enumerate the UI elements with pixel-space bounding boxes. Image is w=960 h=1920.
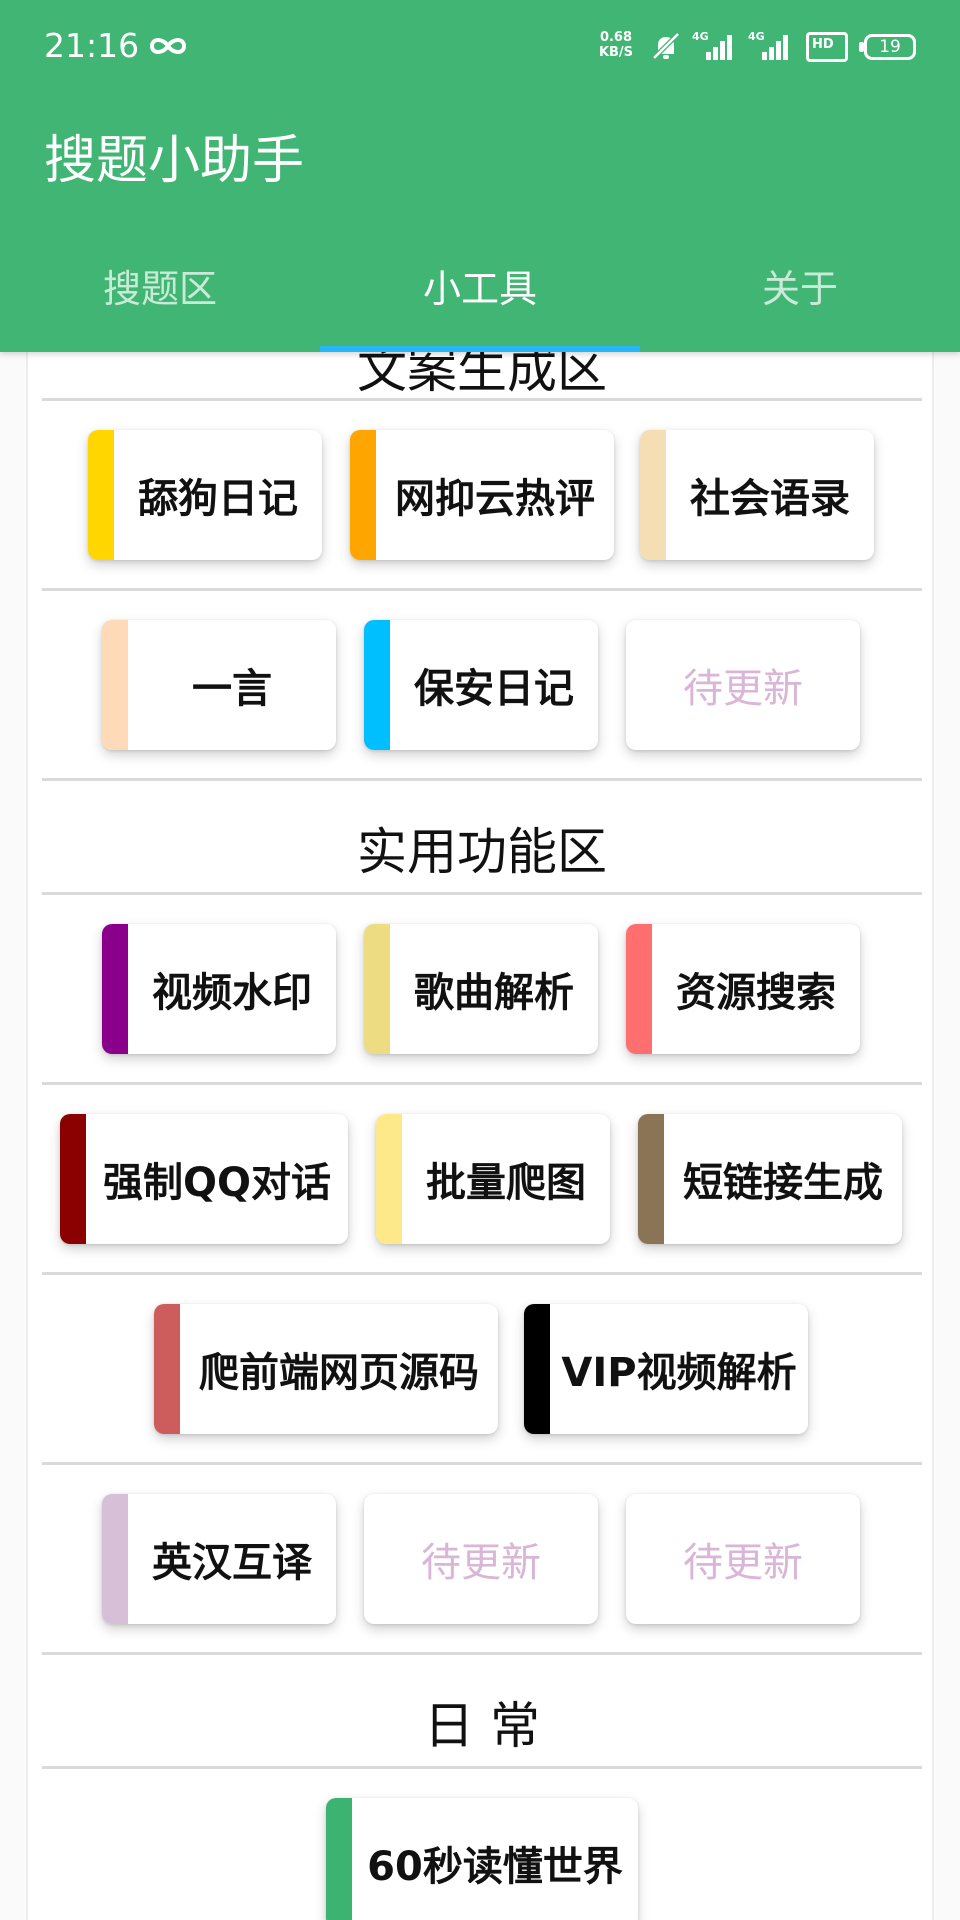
tab-search[interactable]: 搜题区 [0,240,320,352]
tool-card-pending[interactable]: 待更新 [626,1494,860,1624]
divider [42,588,922,591]
card-label: 短链接生成 [683,1160,883,1206]
divider [42,778,922,781]
card-label: 待更新 [421,1540,541,1586]
divider [42,1082,922,1085]
status-bar: 21:16 0.68 KB/S 4G 4G HD 19 [0,0,960,96]
card-accent [364,620,390,750]
tool-card-hitokoto[interactable]: 一言 [102,620,336,750]
tool-card-vip-video-parse[interactable]: VIP视频解析 [524,1304,808,1434]
signal-strength-icon: 4G [692,30,734,62]
card-accent [524,1304,550,1434]
tab-about[interactable]: 关于 [640,240,960,352]
card-label: 资源搜索 [676,970,836,1016]
tool-card-pending[interactable]: 待更新 [364,1494,598,1624]
tab-tools[interactable]: 小工具 [320,240,640,352]
card-label: 60秒读懂世界 [367,1844,623,1890]
tool-card-netease-hot-comments[interactable]: 网抑云热评 [350,430,614,560]
card-label: 待更新 [683,1540,803,1586]
tool-card-en-zh-translate[interactable]: 英汉互译 [102,1494,336,1624]
card-label: 一言 [192,666,272,712]
tool-card-social-quotes[interactable]: 社会语录 [640,430,874,560]
status-time: 21:16 [44,26,140,65]
bell-muted-icon [652,32,680,60]
card-label: 保安日记 [414,666,574,712]
card-label: 视频水印 [152,970,312,1016]
tools-panel[interactable]: 文案生成区 舔狗日记 网抑云热评 社会语录 一言 保安日记 待更新 实用功能区 … [26,352,934,1920]
card-label: 社会语录 [690,476,850,522]
card-accent [640,430,666,560]
card-accent [154,1304,180,1434]
card-accent [102,1494,128,1624]
hd-voice-icon: HD [806,32,848,62]
divider [42,398,922,401]
card-label: 批量爬图 [426,1160,586,1206]
card-label: VIP视频解析 [561,1350,797,1396]
tool-card-batch-image-crawl[interactable]: 批量爬图 [376,1114,610,1244]
tool-card-60s-news[interactable]: 60秒读懂世界 [326,1798,638,1920]
tab-bar: 搜题区 小工具 关于 [0,240,960,352]
tool-card-crawl-page-source[interactable]: 爬前端网页源码 [154,1304,498,1434]
divider [42,1462,922,1465]
card-accent [102,620,128,750]
divider [42,1272,922,1275]
card-accent [60,1114,86,1244]
tool-card-lick-dog-diary[interactable]: 舔狗日记 [88,430,322,560]
tab-indicator [320,346,640,352]
card-accent [364,924,390,1054]
tool-card-security-guard-diary[interactable]: 保安日记 [364,620,598,750]
signal-strength-icon: 4G [748,30,790,62]
card-accent [88,430,114,560]
card-label: 舔狗日记 [138,476,298,522]
card-label: 强制QQ对话 [102,1160,331,1206]
network-speed: 0.68 KB/S [594,30,638,60]
infinity-icon [149,38,187,54]
divider [42,1652,922,1655]
divider [42,892,922,895]
card-label: 爬前端网页源码 [199,1350,479,1396]
tool-card-video-watermark[interactable]: 视频水印 [102,924,336,1054]
section-title-utility: 实用功能区 [357,823,607,881]
card-accent [102,924,128,1054]
network-speed-unit: KB/S [598,45,634,60]
app-title: 搜题小助手 [44,131,305,191]
card-label: 歌曲解析 [414,970,574,1016]
card-accent [326,1798,352,1920]
network-speed-value: 0.68 [599,30,633,45]
tool-card-resource-search[interactable]: 资源搜索 [626,924,860,1054]
card-accent [350,430,376,560]
section-title-copywriting: 文案生成区 [357,352,607,399]
battery-level: 19 [879,37,901,57]
tool-card-short-link[interactable]: 短链接生成 [638,1114,902,1244]
tool-card-song-parse[interactable]: 歌曲解析 [364,924,598,1054]
card-label: 英汉互译 [152,1540,312,1586]
card-label: 网抑云热评 [395,476,595,522]
tool-card-pending[interactable]: 待更新 [626,620,860,750]
card-label: 待更新 [683,666,803,712]
card-accent [376,1114,402,1244]
section-title-daily: 日 常 [424,1697,540,1755]
card-accent [638,1114,664,1244]
divider [42,1766,922,1769]
battery-icon: 19 [859,34,916,60]
app-bar: 21:16 0.68 KB/S 4G 4G HD 19 搜题小助手 搜题区 小工… [0,0,960,352]
card-accent [626,924,652,1054]
tool-card-force-qq-chat[interactable]: 强制QQ对话 [60,1114,348,1244]
